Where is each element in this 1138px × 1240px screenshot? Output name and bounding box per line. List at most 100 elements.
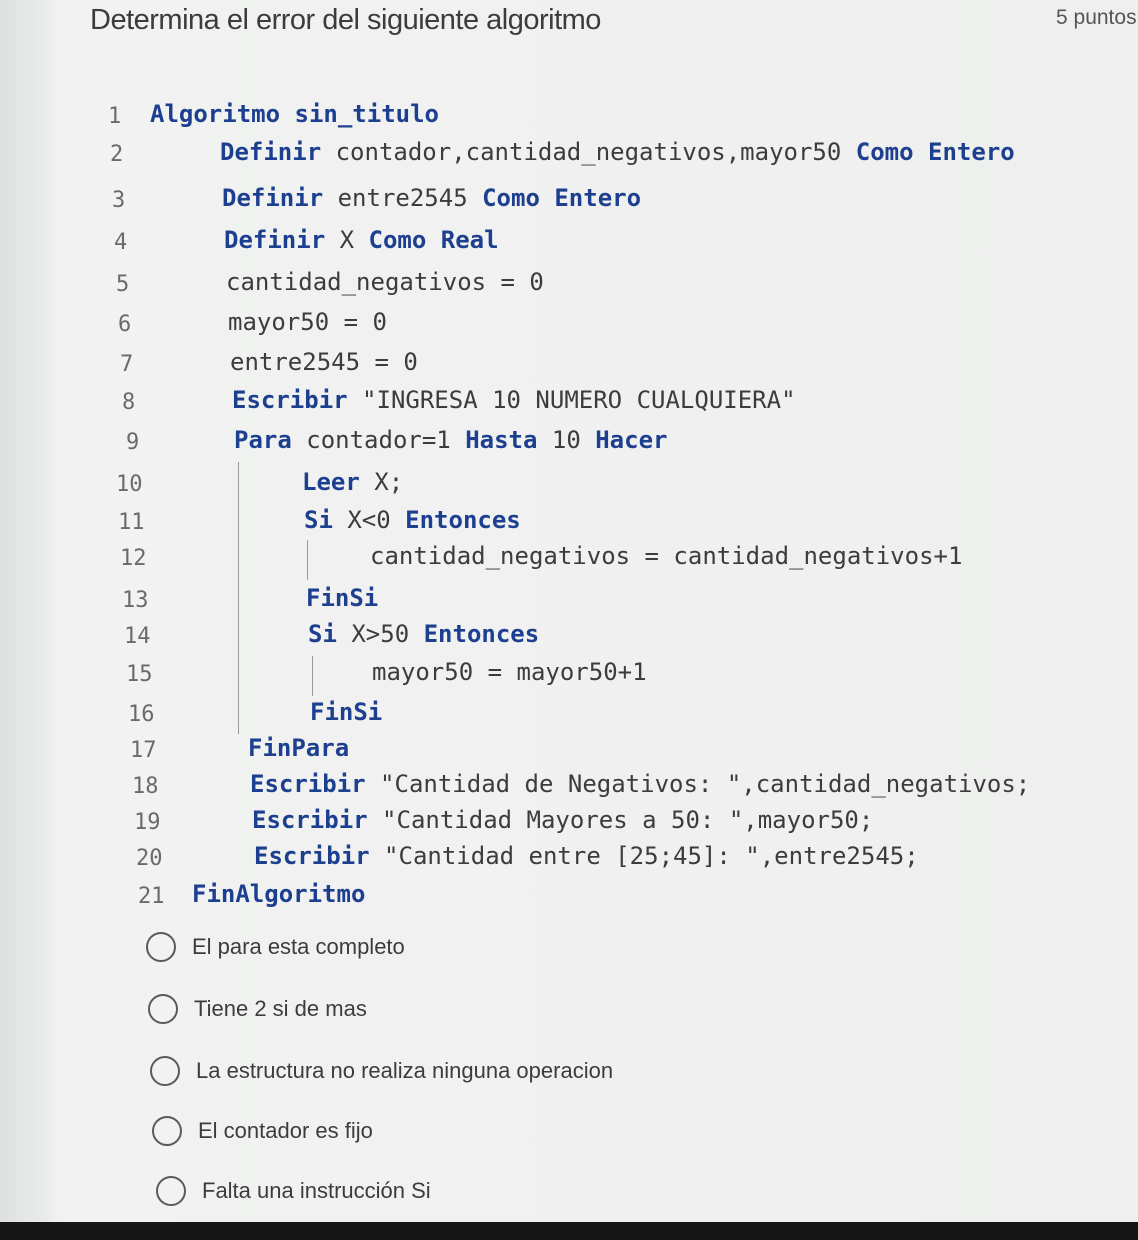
line-number: 4: [114, 230, 128, 255]
code-line: cantidad_negativos = cantidad_negativos+…: [370, 542, 962, 570]
code-keyword: Como Real: [368, 226, 499, 254]
code-line: Algoritmo sin_titulo: [150, 100, 439, 128]
line-number: 2: [110, 142, 124, 167]
code-line: Para contador=1 Hasta 10 Hacer: [234, 426, 667, 454]
code-text: X;: [359, 468, 404, 496]
code-line: mayor50 = mayor50+1: [372, 658, 647, 686]
line-number: 13: [122, 588, 149, 613]
radio-button[interactable]: [148, 994, 178, 1024]
line-number: 7: [120, 352, 134, 377]
code-keyword: Entonces: [405, 506, 521, 534]
para-guide-line: [238, 462, 239, 734]
option-label: Tiene 2 si de mas: [194, 996, 367, 1021]
si-guide-line-1: [307, 540, 308, 580]
option-label: El para esta completo: [192, 934, 405, 959]
code-line: FinPara: [248, 734, 349, 762]
code-text: X<0: [332, 506, 406, 534]
radio-button[interactable]: [152, 1116, 182, 1146]
question-points: 5 puntos: [1056, 6, 1137, 29]
code-line: Definir entre2545 Como Entero: [222, 184, 641, 212]
line-number: 12: [120, 546, 147, 571]
line-number: 6: [118, 312, 132, 337]
code-line: Escribir "Cantidad Mayores a 50: ",mayor…: [252, 806, 873, 834]
code-keyword: Para: [234, 426, 292, 454]
code-keyword: Si: [304, 506, 333, 534]
line-number: 16: [128, 702, 155, 727]
line-number: 8: [122, 390, 136, 415]
code-text: "Cantidad de Negativos: ",cantidad_negat…: [365, 770, 1031, 798]
si-guide-line-2: [312, 656, 313, 696]
code-keyword: Definir: [222, 184, 324, 212]
code-keyword: FinSi: [306, 584, 379, 612]
option-4[interactable]: El contador es fijo: [152, 1116, 373, 1146]
code-text: X: [325, 226, 369, 254]
code-text: 10: [537, 426, 596, 454]
line-number: 1: [108, 104, 122, 129]
code-keyword: Escribir: [250, 770, 366, 798]
radio-button[interactable]: [146, 932, 176, 962]
code-keyword: FinPara: [248, 734, 350, 762]
code-keyword: Entonces: [423, 620, 540, 648]
code-text: "Cantidad entre [25;45]: ",entre2545;: [369, 842, 919, 870]
code-text: contador=1: [291, 426, 466, 454]
line-number: 19: [134, 810, 161, 835]
code-keyword: Como Entero: [482, 184, 642, 212]
code-keyword: FinSi: [310, 698, 383, 726]
code-keyword: sin_titulo: [280, 100, 439, 128]
question-title: Determina el error del siguiente algorit…: [90, 4, 601, 36]
code-line: Definir X Como Real: [224, 226, 499, 254]
code-keyword: Hacer: [595, 426, 668, 454]
code-text: cantidad_negativos = cantidad_negativos+…: [370, 542, 963, 570]
option-5[interactable]: Falta una instrucción Si: [156, 1176, 431, 1206]
code-line: Leer X;: [302, 468, 403, 496]
code-text: "INGRESA 10 NUMERO CUALQUIERA": [347, 386, 796, 414]
code-keyword: Si: [308, 620, 337, 648]
code-line: Escribir "Cantidad entre [25;45]: ",entr…: [254, 842, 919, 870]
line-number: 18: [132, 774, 159, 799]
code-keyword: Definir: [224, 226, 326, 254]
line-number: 9: [126, 430, 140, 455]
code-line: Definir contador,cantidad_negativos,mayo…: [220, 138, 1015, 166]
code-text: mayor50 = mayor50+1: [372, 658, 647, 686]
option-label: La estructura no realiza ninguna operaci…: [196, 1058, 614, 1083]
option-label: El contador es fijo: [198, 1118, 373, 1143]
code-keyword: Leer: [302, 468, 360, 496]
code-text: X>50: [336, 620, 424, 648]
line-number: 21: [138, 884, 165, 909]
code-keyword: Algoritmo: [150, 100, 281, 128]
option-1[interactable]: El para esta completo: [146, 932, 405, 962]
code-line: Si X>50 Entonces: [308, 620, 539, 648]
line-number: 11: [118, 510, 145, 535]
code-line: cantidad_negativos = 0: [226, 268, 544, 296]
code-text: entre2545 = 0: [230, 348, 418, 376]
code-keyword: Escribir: [252, 806, 368, 834]
code-keyword: FinAlgoritmo: [192, 880, 366, 908]
option-2[interactable]: Tiene 2 si de mas: [148, 994, 367, 1024]
code-line: FinSi: [306, 584, 378, 612]
line-number: 3: [112, 188, 126, 213]
radio-button[interactable]: [156, 1176, 186, 1206]
code-line: mayor50 = 0: [228, 308, 387, 336]
option-3[interactable]: La estructura no realiza ninguna operaci…: [150, 1056, 613, 1086]
code-line: FinSi: [310, 698, 382, 726]
code-text: contador,cantidad_negativos,mayor50: [321, 138, 856, 166]
code-text: "Cantidad Mayores a 50: ",mayor50;: [367, 806, 874, 834]
line-number: 20: [136, 846, 163, 871]
code-line: Escribir "Cantidad de Negativos: ",canti…: [250, 770, 1030, 798]
code-keyword: Como Entero: [855, 138, 1015, 166]
option-label: Falta una instrucción Si: [202, 1178, 431, 1203]
line-number: 15: [126, 662, 153, 687]
code-keyword: Escribir: [232, 386, 348, 414]
code-text: entre2545: [323, 184, 483, 212]
code-line: FinAlgoritmo: [192, 880, 365, 908]
line-number: 17: [130, 738, 157, 763]
line-number: 10: [116, 472, 143, 497]
radio-button[interactable]: [150, 1056, 180, 1086]
line-number: 5: [116, 272, 130, 297]
code-line: entre2545 = 0: [230, 348, 418, 376]
code-text: mayor50 = 0: [228, 308, 387, 336]
code-keyword: Definir: [220, 138, 322, 166]
line-number: 14: [124, 624, 151, 649]
code-line: Si X<0 Entonces: [304, 506, 521, 534]
code-text: cantidad_negativos = 0: [226, 268, 544, 296]
